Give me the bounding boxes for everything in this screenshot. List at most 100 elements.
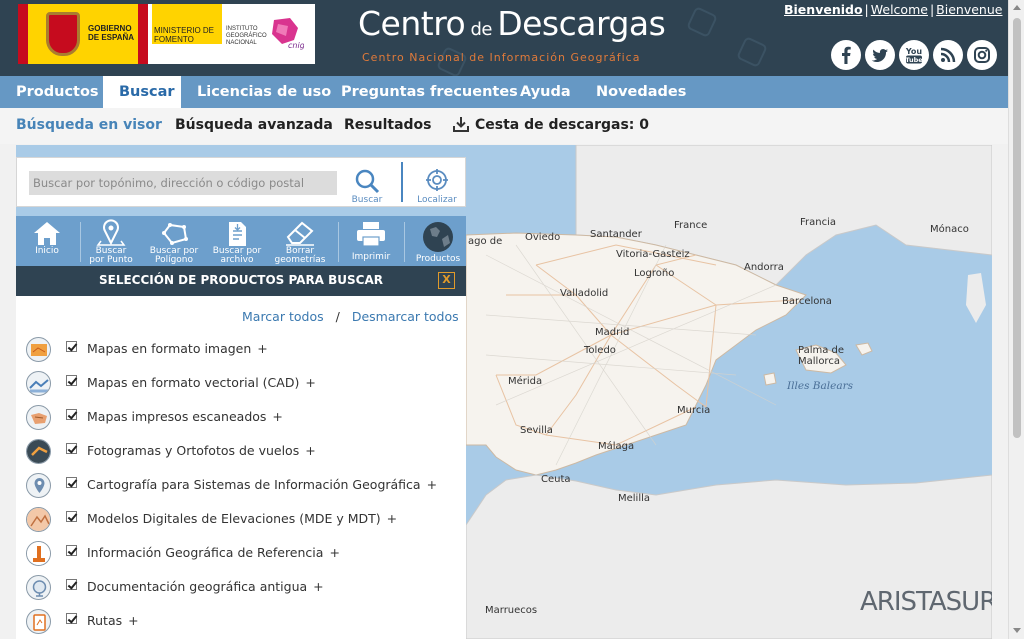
map-label-madrid: Madrid <box>595 327 630 338</box>
gov-label: GOBIERNO DE ESPAÑA <box>88 24 135 42</box>
expand-plus-icon[interactable]: + <box>128 613 138 628</box>
download-icon <box>453 117 469 132</box>
nav-buscar[interactable]: Buscar <box>103 76 181 108</box>
search-panel: Buscar por topónimo, dirección o código … <box>16 157 466 207</box>
lang-fr-link[interactable]: Bienvenue <box>936 2 1002 17</box>
scroll-thumb[interactable] <box>1013 18 1021 438</box>
product-row[interactable]: Información Geográfica de Referencia + <box>16 537 466 571</box>
youtube-icon[interactable]: You Tube <box>899 40 929 70</box>
scroll-down-icon[interactable] <box>1013 628 1021 633</box>
home-icon <box>34 222 60 245</box>
elevation-model-icon <box>26 507 51 532</box>
language-links: Bienvenido | Welcome | Bienvenue <box>784 2 1003 17</box>
nav-productos[interactable]: Productos <box>0 76 115 108</box>
search-button[interactable]: Buscar <box>349 168 385 206</box>
search-by-point-button[interactable]: Buscar por Punto <box>86 216 136 266</box>
lang-en-link[interactable]: Welcome <box>871 2 928 17</box>
map-label-malaga: Málaga <box>598 441 635 452</box>
search-by-polygon-button[interactable]: Buscar por Polígono <box>148 216 200 266</box>
product-row[interactable]: Modelos Digitales de Elevaciones (MDE y … <box>16 503 466 537</box>
expand-plus-icon[interactable]: + <box>257 341 267 356</box>
map-label-merida: Mérida <box>508 376 543 387</box>
mark-all-link[interactable]: Marcar todos <box>242 309 324 324</box>
expand-plus-icon[interactable]: + <box>272 409 282 424</box>
globe-icon <box>423 222 453 252</box>
tab-resultados[interactable]: Resultados <box>344 108 432 144</box>
nav-ayuda[interactable]: Ayuda <box>504 76 587 108</box>
product-row[interactable]: Mapas impresos escaneados + <box>16 401 466 435</box>
product-checkbox[interactable] <box>66 443 77 454</box>
tab-busqueda-visor[interactable]: Búsqueda en visor <box>16 108 162 144</box>
aristasur-watermark: ARISTASUR <box>860 587 992 617</box>
search-label: Buscar <box>351 195 383 205</box>
map-label-oviedo: Oviedo <box>525 232 561 243</box>
product-checkbox[interactable] <box>66 341 77 352</box>
site-subtitle: Centro Nacional de Información Geográfic… <box>362 51 641 64</box>
tab-busqueda-avanzada[interactable]: Búsqueda avanzada <box>175 108 333 144</box>
expand-plus-icon[interactable]: + <box>305 443 315 458</box>
product-checkbox[interactable] <box>66 545 77 556</box>
printer-icon <box>357 222 385 247</box>
product-row[interactable]: Documentación geográfica antigua + <box>16 571 466 605</box>
product-checkbox[interactable] <box>66 375 77 386</box>
product-row[interactable]: Mapas en formato imagen + <box>16 333 466 367</box>
aerial-photo-icon <box>26 439 51 464</box>
search-input[interactable]: Buscar por topónimo, dirección o código … <box>29 171 337 195</box>
nav-licencias[interactable]: Licencias de uso <box>181 76 347 108</box>
product-checkbox[interactable] <box>66 477 77 488</box>
rss-icon[interactable] <box>933 40 963 70</box>
map-label-baleares: Illes Balears <box>787 380 854 392</box>
basket-label: Cesta de descargas: 0 <box>475 117 650 133</box>
locate-button[interactable]: Localizar <box>417 168 457 206</box>
expand-plus-icon[interactable]: + <box>387 511 397 526</box>
product-row[interactable]: Rutas + <box>16 605 466 639</box>
government-logo[interactable]: GOBIERNO DE ESPAÑA MINISTERIO DE FOMENTO… <box>18 4 315 64</box>
close-panel-button[interactable]: X <box>438 272 455 289</box>
map-label-melilla: Melilla <box>618 493 651 504</box>
map-pin-icon <box>96 219 126 246</box>
product-checkbox[interactable] <box>66 511 77 522</box>
nav-preguntas[interactable]: Preguntas frecuentes <box>325 76 534 108</box>
lang-es-link[interactable]: Bienvenido <box>784 2 863 17</box>
map-label-monaco: Mónaco <box>930 224 969 235</box>
expand-plus-icon[interactable]: + <box>305 375 315 390</box>
unmark-all-link[interactable]: Desmarcar todos <box>352 309 459 324</box>
products-button[interactable]: Productos <box>412 216 464 266</box>
basket-link[interactable]: Cesta de descargas: 0 <box>452 108 649 144</box>
search-by-file-button[interactable]: Buscar por archivo <box>211 216 263 266</box>
product-row[interactable]: Mapas en formato vectorial (CAD) + <box>16 367 466 401</box>
expand-plus-icon[interactable]: + <box>329 545 339 560</box>
clear-geometries-button[interactable]: Borrar geometrías <box>274 216 326 266</box>
coat-of-arms-icon <box>46 12 80 56</box>
product-checkbox[interactable] <box>66 579 77 590</box>
map-label-sevilla: Sevilla <box>520 425 553 436</box>
print-button[interactable]: Imprimir <box>346 216 396 266</box>
gis-layers-icon <box>26 473 51 498</box>
product-checkbox[interactable] <box>66 613 77 624</box>
product-row[interactable]: Cartografía para Sistemas de Información… <box>16 469 466 503</box>
product-row[interactable]: Fotogramas y Ortofotos de vuelos + <box>16 435 466 469</box>
expand-plus-icon[interactable]: + <box>313 579 323 594</box>
image-map-icon <box>26 337 51 362</box>
eraser-icon <box>286 221 314 246</box>
facebook-icon[interactable] <box>831 40 861 70</box>
map-label-palma: Palma de <box>798 345 845 356</box>
instagram-icon[interactable] <box>967 40 997 70</box>
svg-text:Tube: Tube <box>905 56 923 64</box>
map-label-santiago: ago de <box>468 236 503 247</box>
site-header: GOBIERNO DE ESPAÑA MINISTERIO DE FOMENTO… <box>0 0 1008 76</box>
scroll-up-icon[interactable] <box>1013 5 1021 10</box>
product-checkbox[interactable] <box>66 409 77 420</box>
home-button[interactable]: Inicio <box>22 216 72 266</box>
search-icon <box>355 169 380 194</box>
locate-label: Localizar <box>417 195 457 205</box>
nav-novedades[interactable]: Novedades <box>580 76 702 108</box>
site-title: Centro de Descargas <box>358 4 666 43</box>
twitter-icon[interactable] <box>865 40 895 70</box>
expand-plus-icon[interactable]: + <box>427 477 437 492</box>
products-panel-header: SELECCIÓN DE PRODUCTOS PARA BUSCAR <box>16 266 466 296</box>
page-scrollbar[interactable] <box>1008 0 1024 639</box>
map-toolbar: Inicio Buscar por Punto Buscar por Polígon… <box>16 216 466 266</box>
products-panel: Marcar todos / Desmarcar todos Mapas en fo… <box>16 296 466 639</box>
map-label-valladolid: Valladolid <box>560 288 609 299</box>
